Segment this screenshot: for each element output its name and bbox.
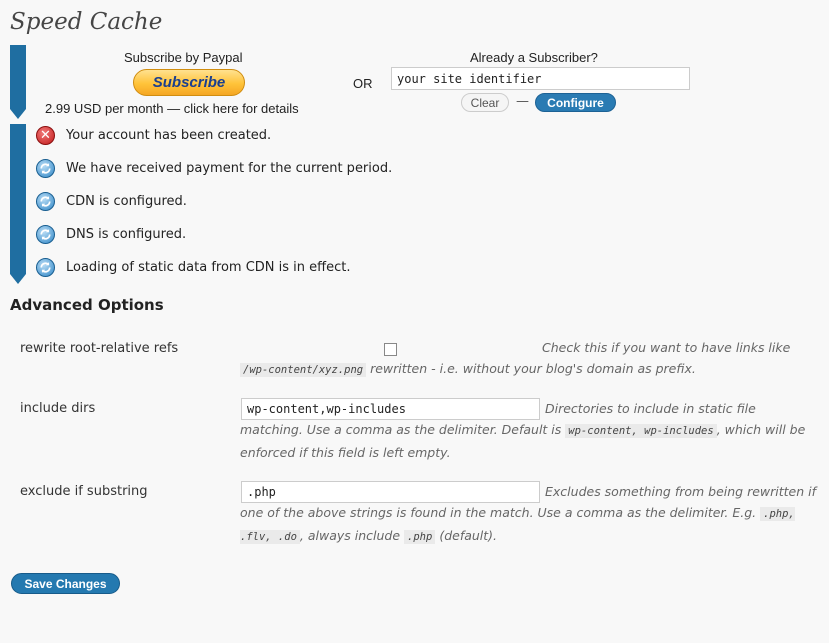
include-dirs-description: Directories to include in static file ma… xyxy=(240,398,820,463)
or-separator: OR xyxy=(353,76,373,91)
subscriber-label: Already a Subscriber? xyxy=(470,50,598,65)
save-changes-button[interactable]: Save Changes xyxy=(11,573,120,594)
desc-text: , always include xyxy=(299,528,401,543)
refresh-icon xyxy=(36,224,55,244)
refresh-icon xyxy=(36,191,55,211)
refresh-icon xyxy=(36,257,55,277)
status-row: ✕ Your account has been created. xyxy=(36,124,271,146)
step-arrow-top xyxy=(10,109,26,119)
status-row: We have received payment for the current… xyxy=(36,157,392,179)
advanced-options-heading: Advanced Options xyxy=(10,296,164,314)
desc-text: Check this if you want to have links lik… xyxy=(542,340,791,355)
clear-button[interactable]: Clear xyxy=(461,93,509,112)
site-identifier-input[interactable] xyxy=(391,67,690,90)
status-text: Loading of static data from CDN is in ef… xyxy=(66,259,351,275)
desc-code: wp-content, wp-includes xyxy=(565,424,717,438)
status-text: DNS is configured. xyxy=(66,226,187,242)
desc-text: rewritten - i.e. without your blog's dom… xyxy=(370,361,696,376)
exclude-substring-label: exclude if substring xyxy=(20,484,148,499)
desc-text: Excludes something from being rewritten … xyxy=(240,484,817,520)
button-dash: — xyxy=(516,94,529,109)
configure-button[interactable]: Configure xyxy=(535,93,616,112)
status-text: We have received payment for the current… xyxy=(66,160,393,176)
status-row: CDN is configured. xyxy=(36,190,187,212)
step-arrow-bottom xyxy=(10,274,26,284)
status-row: DNS is configured. xyxy=(36,223,186,245)
exclude-substring-description: Excludes something from being rewritten … xyxy=(240,481,820,548)
step-bar-bottom xyxy=(10,124,26,274)
price-details-link[interactable]: 2.99 USD per month — click here for deta… xyxy=(45,101,299,116)
step-bar-top xyxy=(10,45,26,109)
status-text: CDN is configured. xyxy=(66,193,187,209)
rewrite-refs-description: Check this if you want to have links lik… xyxy=(240,337,820,381)
page-title: Speed Cache xyxy=(10,9,163,35)
paypal-subscribe-button[interactable]: Subscribe xyxy=(133,69,245,96)
refresh-icon xyxy=(36,158,55,178)
rewrite-refs-label: rewrite root-relative refs xyxy=(20,341,179,356)
subscribe-label: Subscribe by Paypal xyxy=(124,50,243,65)
include-dirs-label: include dirs xyxy=(20,401,96,416)
desc-code: .php xyxy=(404,530,436,544)
desc-text: (default). xyxy=(439,528,498,543)
desc-code: /wp-content/xyz.png xyxy=(240,363,367,377)
status-row: Loading of static data from CDN is in ef… xyxy=(36,256,350,278)
status-text: Your account has been created. xyxy=(66,127,272,143)
error-icon: ✕ xyxy=(36,125,55,145)
